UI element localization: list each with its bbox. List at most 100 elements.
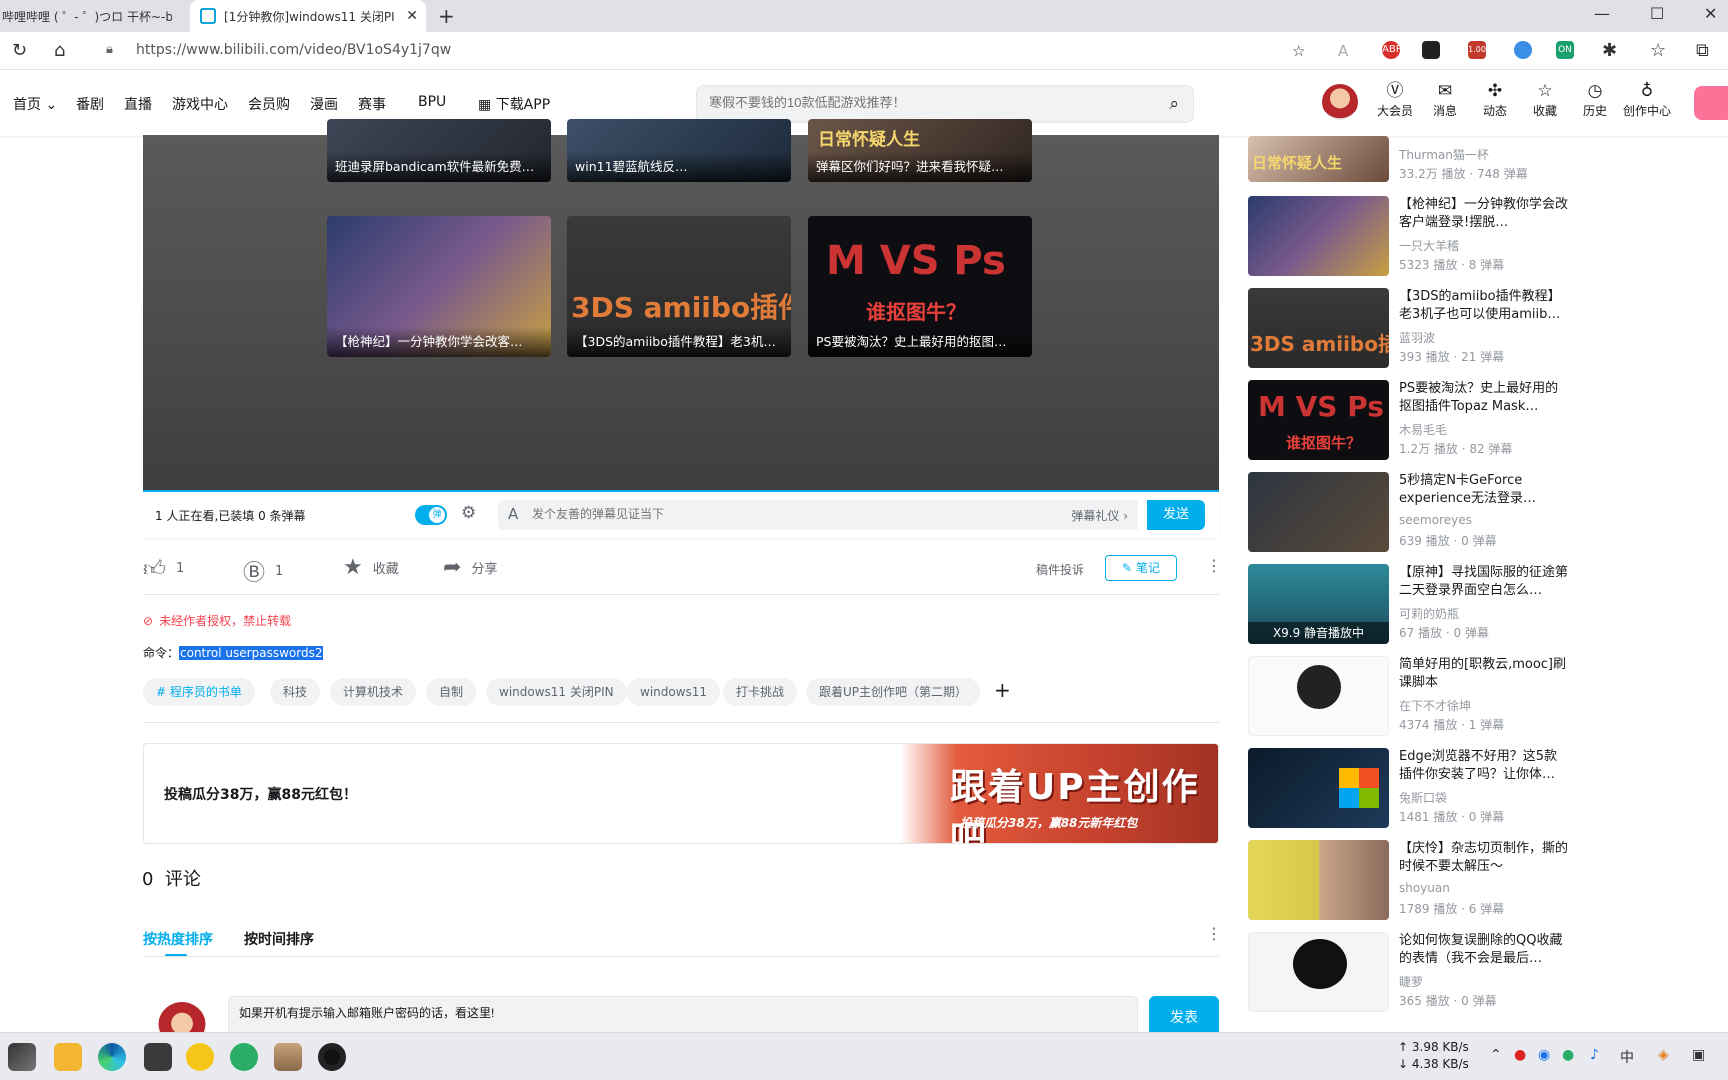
collections-icon[interactable]: ⧉ — [1696, 40, 1709, 61]
cloud-extension-icon[interactable] — [1514, 41, 1532, 59]
read-aloud-icon[interactable]: A — [1338, 42, 1348, 60]
uploader-name[interactable]: 可莉的奶瓶 — [1399, 605, 1459, 622]
tag[interactable]: 跟着UP主创作吧（第二期） — [806, 678, 981, 706]
related-video-card[interactable]: 论如何恢复误删除的QQ收藏的表情（我不会是最后… 睫萝 365 播放 · 0 弹… — [1248, 932, 1578, 1014]
related-video-card[interactable]: M VS Ps 谁抠图牛？ PS要被淘汰？史上最好用的抠图插件Topaz Mask… — [1248, 380, 1578, 462]
task-view-icon[interactable] — [8, 1043, 36, 1071]
header-dynamics[interactable]: ✣ 动态 — [1468, 80, 1522, 119]
nav-vip-shop[interactable]: 会员购 — [248, 94, 290, 114]
related-video-card[interactable]: 日常怀疑人生 Thurman猫一杯 33.2万 播放 · 748 弹幕 — [1248, 118, 1578, 200]
app-tray-icon[interactable]: ◈ — [1658, 1047, 1669, 1063]
adblock-extension-icon[interactable]: ABP — [1382, 41, 1402, 59]
file-explorer-icon[interactable] — [54, 1043, 82, 1071]
end-recommend-card[interactable]: 3DS amiibo插件 【3DS的amiibo插件教程】老3机… — [567, 216, 791, 357]
danmaku-toggle[interactable] — [415, 505, 447, 525]
share-button[interactable]: ➦ 分享 — [443, 555, 497, 580]
end-recommend-card[interactable]: win11碧蓝航线反… — [567, 119, 791, 182]
uploader-name[interactable]: 一只大羊稽 — [1399, 237, 1459, 254]
related-video-card[interactable]: 【庆怜】杂志切页制作，撕的时候不要太解压～ shoyuan 1789 播放 · … — [1248, 840, 1578, 922]
video-title[interactable]: 论如何恢复误删除的QQ收藏的表情（我不会是最后… — [1399, 932, 1569, 968]
header-messages[interactable]: ✉ 消息 — [1418, 80, 1472, 119]
add-tag-icon[interactable]: + — [994, 678, 1011, 702]
tag[interactable]: 计算机技术 — [330, 678, 417, 706]
more-options-icon[interactable]: ⋮ — [1206, 924, 1222, 943]
end-recommend-card[interactable]: 【枪神纪】一分钟教你学会改客… — [327, 216, 551, 357]
header-vip[interactable]: Ⓥ 大会员 — [1368, 80, 1422, 119]
tag[interactable]: windows11 关闭PIN — [486, 678, 627, 706]
lock-icon[interactable]: 🔒︎ — [106, 42, 113, 57]
video-title[interactable]: 【枪神纪】一分钟教你学会改客户端登录!摆脱… — [1399, 196, 1569, 232]
app-icon[interactable] — [274, 1043, 302, 1071]
report-link[interactable]: 稿件投诉 — [1036, 561, 1084, 578]
header-favorites[interactable]: ☆ 收藏 — [1518, 80, 1572, 119]
end-recommend-card[interactable]: 日常怀疑人生 弹幕区你们好吗？进来看我怀疑… — [808, 119, 1032, 182]
record-tray-icon[interactable]: ● — [1514, 1047, 1526, 1063]
avatar[interactable] — [1322, 84, 1358, 120]
extensions-puzzle-icon[interactable]: ✱ — [1602, 40, 1617, 61]
video-title[interactable]: Edge浏览器不好用？这5款插件你安装了吗？让你体… — [1399, 748, 1569, 784]
tag[interactable]: 打卡挑战 — [723, 678, 798, 706]
tag[interactable]: windows11 — [627, 678, 721, 706]
related-video-card[interactable]: X9.9 静音播放中 【原神】寻找国际服的征途第二天登录界面空白怎么… 可莉的奶… — [1248, 564, 1578, 646]
microphone-icon[interactable]: ♪ — [1590, 1047, 1599, 1063]
related-video-card[interactable]: 简单好用的[职教云,mooc]刷课脚本 在下不才徐坤 4374 播放 · 1 弹… — [1248, 656, 1578, 738]
video-title[interactable]: 【原神】寻找国际服的征途第二天登录界面空白怎么… — [1399, 564, 1569, 600]
chevron-up-icon[interactable]: ⌃ — [1490, 1047, 1502, 1063]
sort-by-time-tab[interactable]: 按时间排序 — [244, 929, 314, 949]
search-input[interactable] — [709, 95, 1149, 110]
browser-tab-active-video[interactable]: [1分钟教你]windows11 关闭PIN ✕ — [190, 0, 426, 32]
uploader-name[interactable]: 木易毛毛 — [1399, 421, 1447, 438]
edge-browser-icon[interactable] — [98, 1043, 126, 1071]
upload-button[interactable] — [1694, 86, 1728, 120]
related-video-card[interactable]: 【枪神纪】一分钟教你学会改客户端登录!摆脱… 一只大羊稽 5323 播放 · 8… — [1248, 196, 1578, 278]
tag[interactable]: 科技 — [270, 678, 321, 706]
favorites-icon[interactable]: ☆ — [1650, 40, 1666, 61]
close-tab-icon[interactable]: ✕ — [406, 8, 418, 24]
header-history[interactable]: ◷ 历史 — [1568, 80, 1622, 119]
more-options-icon[interactable]: ⋮ — [1206, 556, 1222, 575]
app-icon[interactable] — [144, 1043, 172, 1071]
video-title[interactable]: 5秒搞定N卡GeForce experience无法登录… — [1399, 472, 1569, 508]
coin-button[interactable]: Ⓑ 1 — [243, 555, 283, 587]
related-video-card[interactable]: 5秒搞定N卡GeForce experience无法登录… seemoreyes… — [1248, 472, 1578, 554]
danmaku-send-button[interactable]: 发送 — [1147, 500, 1205, 530]
related-video-card[interactable]: Edge浏览器不好用？这5款插件你安装了吗？让你体… 兔斯口袋 1481 播放 … — [1248, 748, 1578, 830]
browser-tab-bilibili-home[interactable]: 哔哩哔哩 ( ゜- ゜)つロ 干杯~-bilibili — [0, 0, 188, 32]
wechat-tray-icon[interactable]: ● — [1562, 1047, 1574, 1063]
window-close-icon[interactable]: ✕ — [1704, 4, 1717, 23]
nav-live[interactable]: 直播 — [124, 94, 152, 114]
chat-app-icon[interactable] — [186, 1043, 214, 1071]
uploader-name[interactable]: 兔斯口袋 — [1399, 789, 1447, 806]
tag[interactable]: 自制 — [426, 678, 477, 706]
uploader-name[interactable]: seemoreyes — [1399, 513, 1472, 527]
activity-banner[interactable]: 投稿瓜分38万，赢88元红包！ 跟着UP主创作吧 投稿瓜分38万，赢88元新年红… — [143, 743, 1219, 844]
favorite-button[interactable]: ★ 收藏 — [343, 555, 399, 580]
address-field[interactable]: https://www.bilibili.com/video/BV1oS4y1j… — [136, 42, 451, 58]
font-style-icon[interactable]: A — [508, 505, 518, 523]
video-title[interactable]: 简单好用的[职教云,mooc]刷课脚本 — [1399, 656, 1569, 692]
like-button[interactable]: 👍︎ 1 — [143, 555, 184, 582]
wechat-icon[interactable] — [230, 1043, 258, 1071]
nav-manga[interactable]: 漫画 — [310, 94, 338, 114]
nav-download-app[interactable]: ▦ 下载APP — [478, 94, 550, 114]
nav-bpu[interactable]: BPU — [418, 94, 446, 110]
ime-icon[interactable]: 中 — [1620, 1047, 1634, 1067]
nav-game-center[interactable]: 游戏中心 — [172, 94, 228, 114]
video-title[interactable]: 【3DS的amiibo插件教程】老3机子也可以使用amiib… — [1399, 288, 1569, 324]
video-title[interactable]: 【庆怜】杂志切页制作，撕的时候不要太解压～ — [1399, 840, 1569, 876]
uploader-name[interactable]: shoyuan — [1399, 881, 1450, 895]
uploader-name[interactable]: Thurman猫一杯 — [1399, 146, 1489, 163]
uploader-name[interactable]: 睫萝 — [1399, 973, 1423, 990]
nav-esports[interactable]: 赛事 — [358, 94, 386, 114]
extension-icon[interactable] — [1422, 41, 1440, 59]
tag-topic[interactable]: # 程序员的书单 — [143, 678, 255, 706]
uploader-name[interactable]: 蓝羽波 — [1399, 329, 1435, 346]
comment-input[interactable] — [239, 1005, 1119, 1019]
new-tab-button[interactable]: + — [438, 4, 455, 28]
record-app-icon[interactable] — [318, 1043, 346, 1071]
counter-extension-icon[interactable]: 1.00 — [1468, 41, 1486, 59]
video-title[interactable]: PS要被淘汰？史上最好用的抠图插件Topaz Mask… — [1399, 380, 1569, 416]
maximize-icon[interactable]: ☐ — [1650, 4, 1664, 23]
video-player[interactable]: 班迪录屏bandicam软件最新免费… win11碧蓝航线反… 日常怀疑人生 弹… — [143, 119, 1219, 490]
related-video-card[interactable]: 3DS amiibo插件 【3DS的amiibo插件教程】老3机子也可以使用am… — [1248, 288, 1578, 370]
